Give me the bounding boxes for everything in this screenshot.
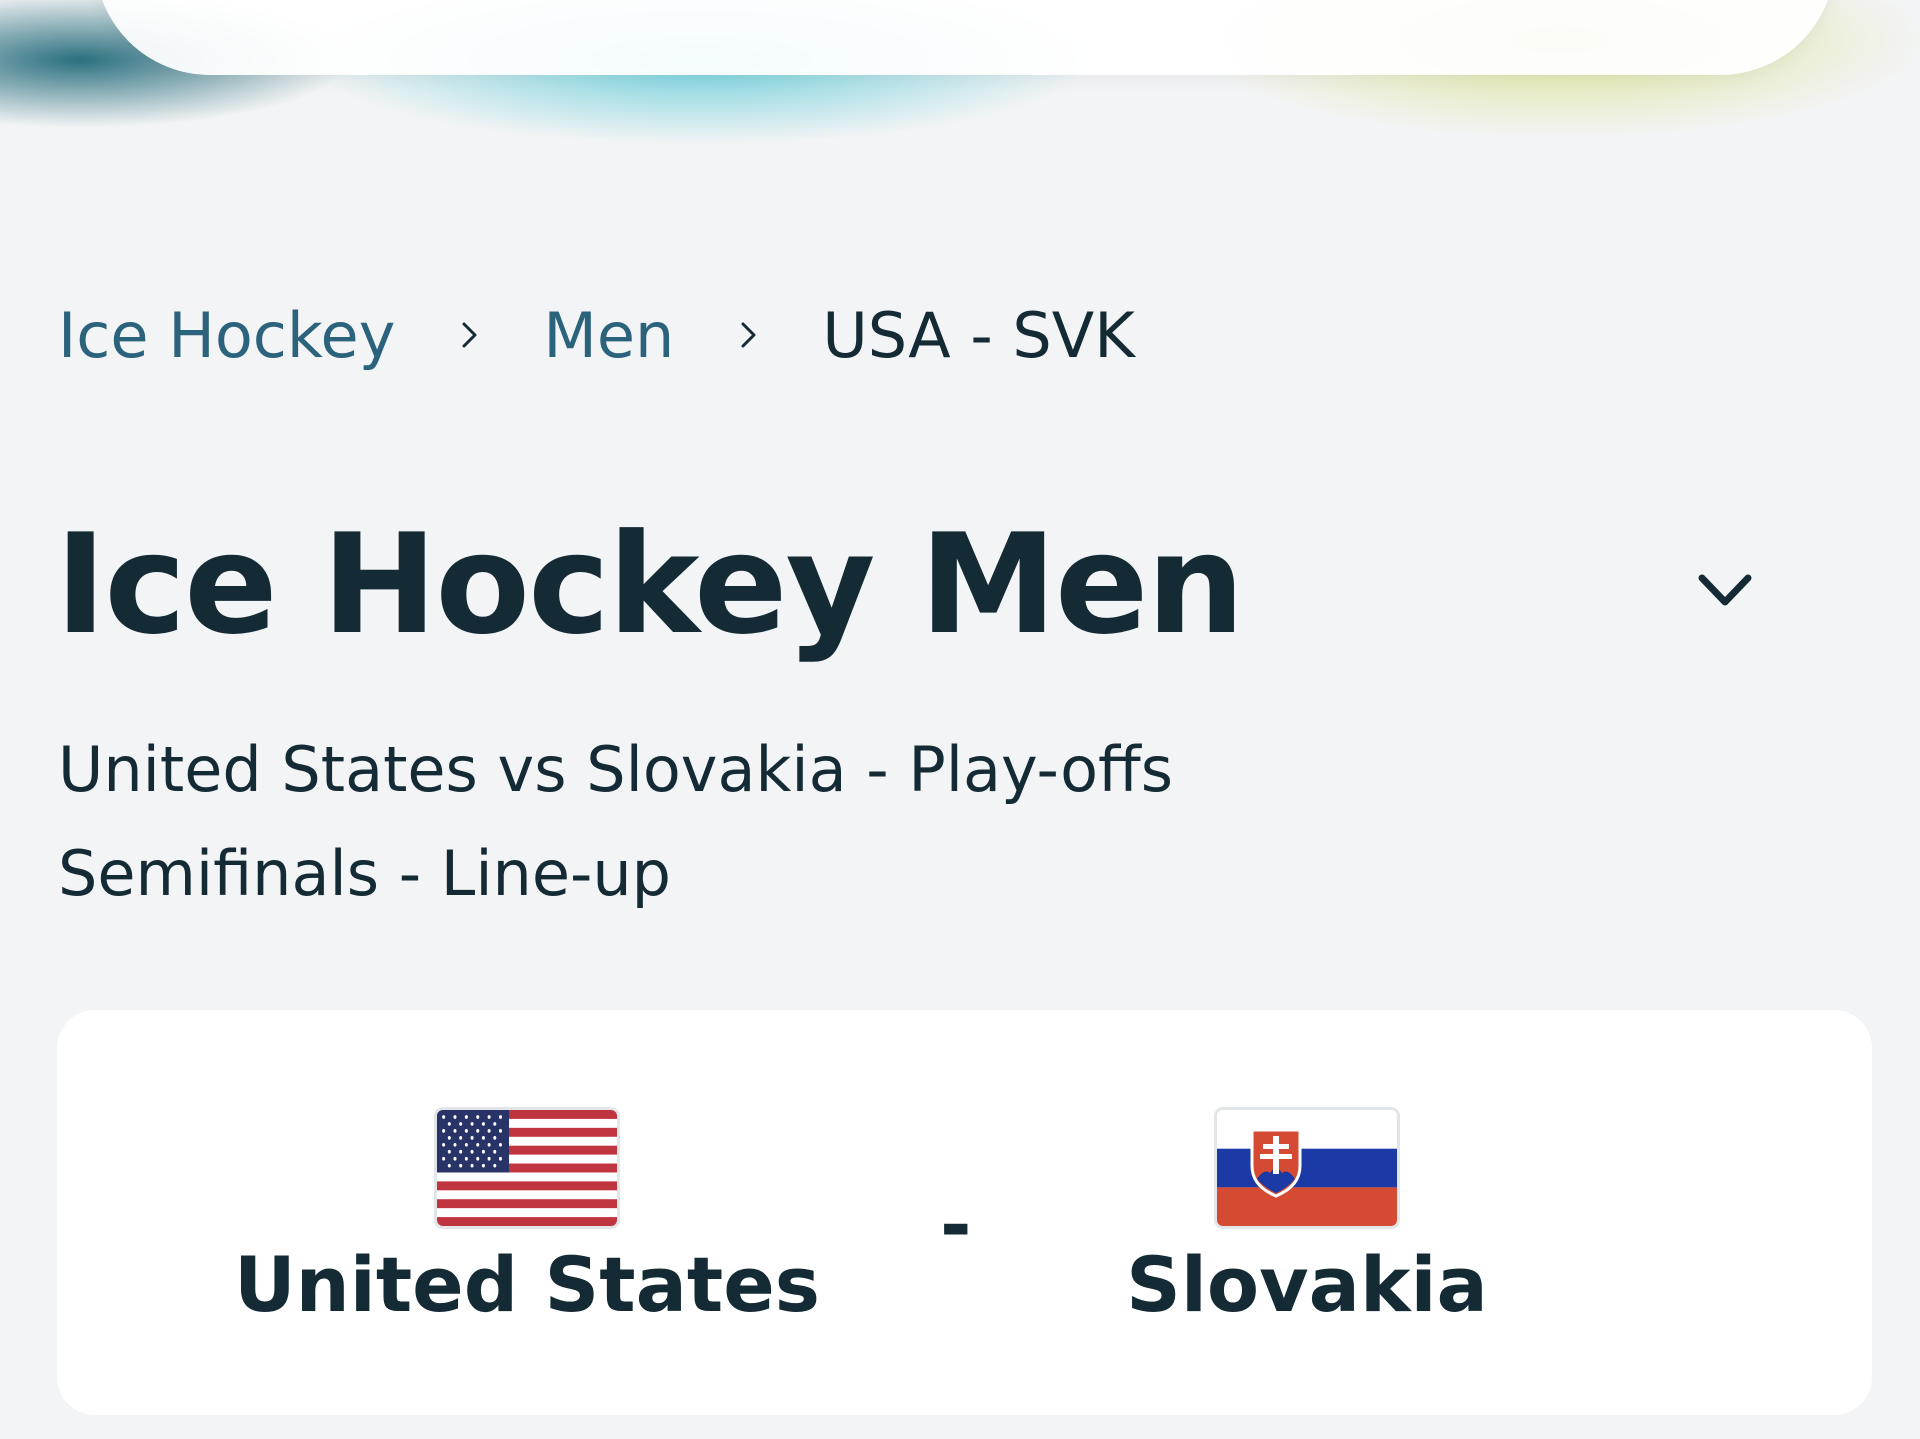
breadcrumb-ice-hockey-link[interactable]: Ice Hockey [58,299,395,372]
chevron-right-icon [741,322,756,348]
usa-flag-icon [437,1110,617,1226]
breadcrumb: Ice Hockey Men USA - SVK [58,295,1135,375]
home-team[interactable]: United States [227,1110,827,1329]
event-selector-toggle[interactable] [1690,560,1760,620]
breadcrumb-current: USA - SVK [822,298,1135,372]
chevron-down-icon [1698,574,1752,606]
event-subtitle: United States vs Slovakia - Play-offs Se… [58,718,1358,926]
away-team[interactable]: Slovakia [1007,1110,1607,1329]
breadcrumb-men-link[interactable]: Men [543,299,674,372]
top-navigation-bar [95,0,1835,75]
away-team-name: Slovakia [1126,1240,1488,1329]
page-title: Ice Hockey Men [55,504,1245,665]
score-separator: - [940,1180,972,1269]
home-team-name: United States [233,1240,821,1329]
chevron-right-icon [462,322,477,348]
subtitle-line-1: United States vs Slovakia - Play-offs [58,733,1174,806]
slovakia-flag-icon [1217,1110,1397,1226]
match-card: United States - Slovakia [57,1010,1872,1415]
subtitle-line-2: Semifinals - Line-up [58,837,672,910]
